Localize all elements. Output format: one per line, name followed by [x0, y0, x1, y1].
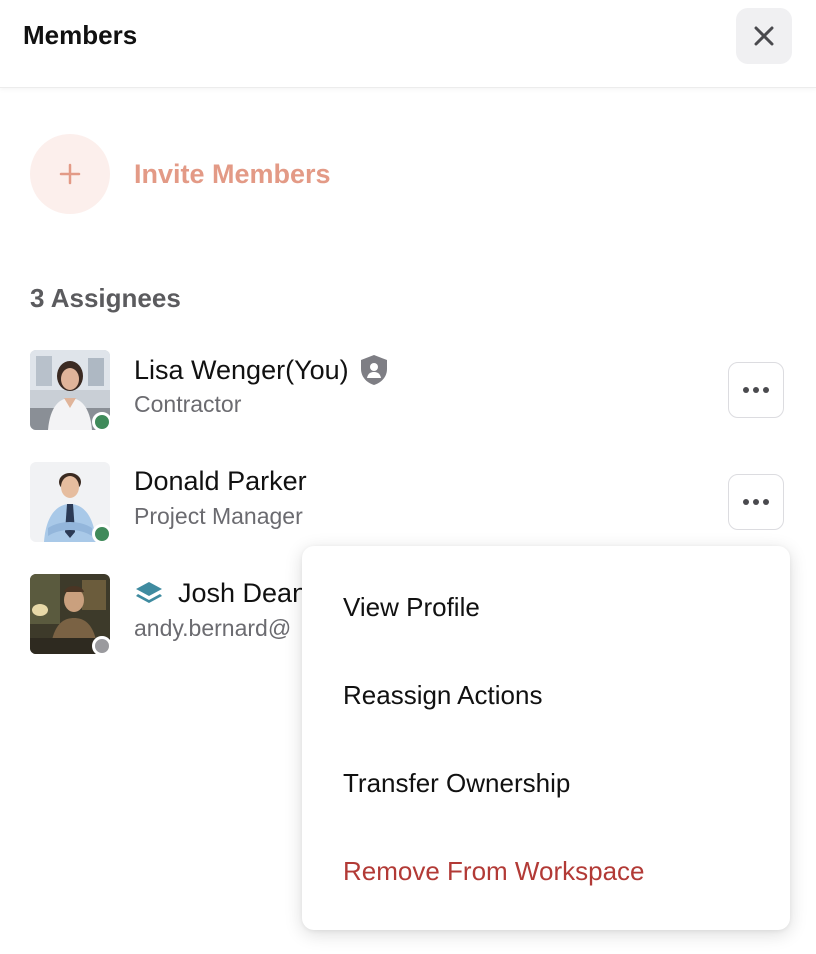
member-row[interactable]: Lisa Wenger(You) Contractor: [30, 350, 790, 432]
invite-members-label: Invite Members: [134, 158, 331, 189]
member-role: Contractor: [134, 391, 242, 417]
assignees-heading: 3 Assignees: [30, 283, 181, 313]
page-title: Members: [23, 20, 138, 50]
menu-item-transfer-ownership[interactable]: Transfer Ownership: [343, 768, 570, 799]
member-options-menu: View Profile Reassign Actions Transfer O…: [302, 546, 790, 930]
invite-members-button[interactable]: Invite Members: [30, 134, 331, 214]
close-button[interactable]: [736, 8, 792, 64]
menu-item-view-profile[interactable]: View Profile: [343, 592, 480, 623]
shield-user-icon: [360, 355, 387, 385]
close-icon: [754, 26, 774, 46]
members-panel: Members Invite Members 3 Assignees Lisa …: [0, 0, 816, 954]
member-email: andy.bernard@: [134, 615, 292, 641]
member-role: Project Manager: [134, 503, 303, 529]
more-options-button[interactable]: [728, 474, 784, 530]
menu-item-remove-from-workspace[interactable]: Remove From Workspace: [343, 856, 645, 887]
more-dots-icon: [743, 387, 769, 393]
member-name: Lisa Wenger(You): [134, 354, 349, 385]
more-options-button[interactable]: [728, 362, 784, 418]
panel-header: Members: [0, 0, 816, 88]
status-online-dot: [92, 524, 112, 544]
member-name-row: Lisa Wenger(You): [134, 354, 389, 386]
menu-item-reassign-actions[interactable]: Reassign Actions: [343, 680, 542, 711]
member-row[interactable]: Josh Dean andy.bernard@: [30, 574, 307, 656]
status-offline-dot: [92, 636, 112, 656]
plus-icon: [59, 163, 81, 185]
invite-circle: [30, 134, 110, 214]
layers-icon: [136, 581, 162, 603]
member-row[interactable]: Donald Parker Project Manager: [30, 462, 790, 544]
member-name: Donald Parker: [134, 466, 307, 496]
status-online-dot: [92, 412, 112, 432]
member-name: Josh Dean: [178, 578, 308, 608]
member-name-row: Josh Dean: [134, 578, 307, 609]
more-dots-icon: [743, 499, 769, 505]
